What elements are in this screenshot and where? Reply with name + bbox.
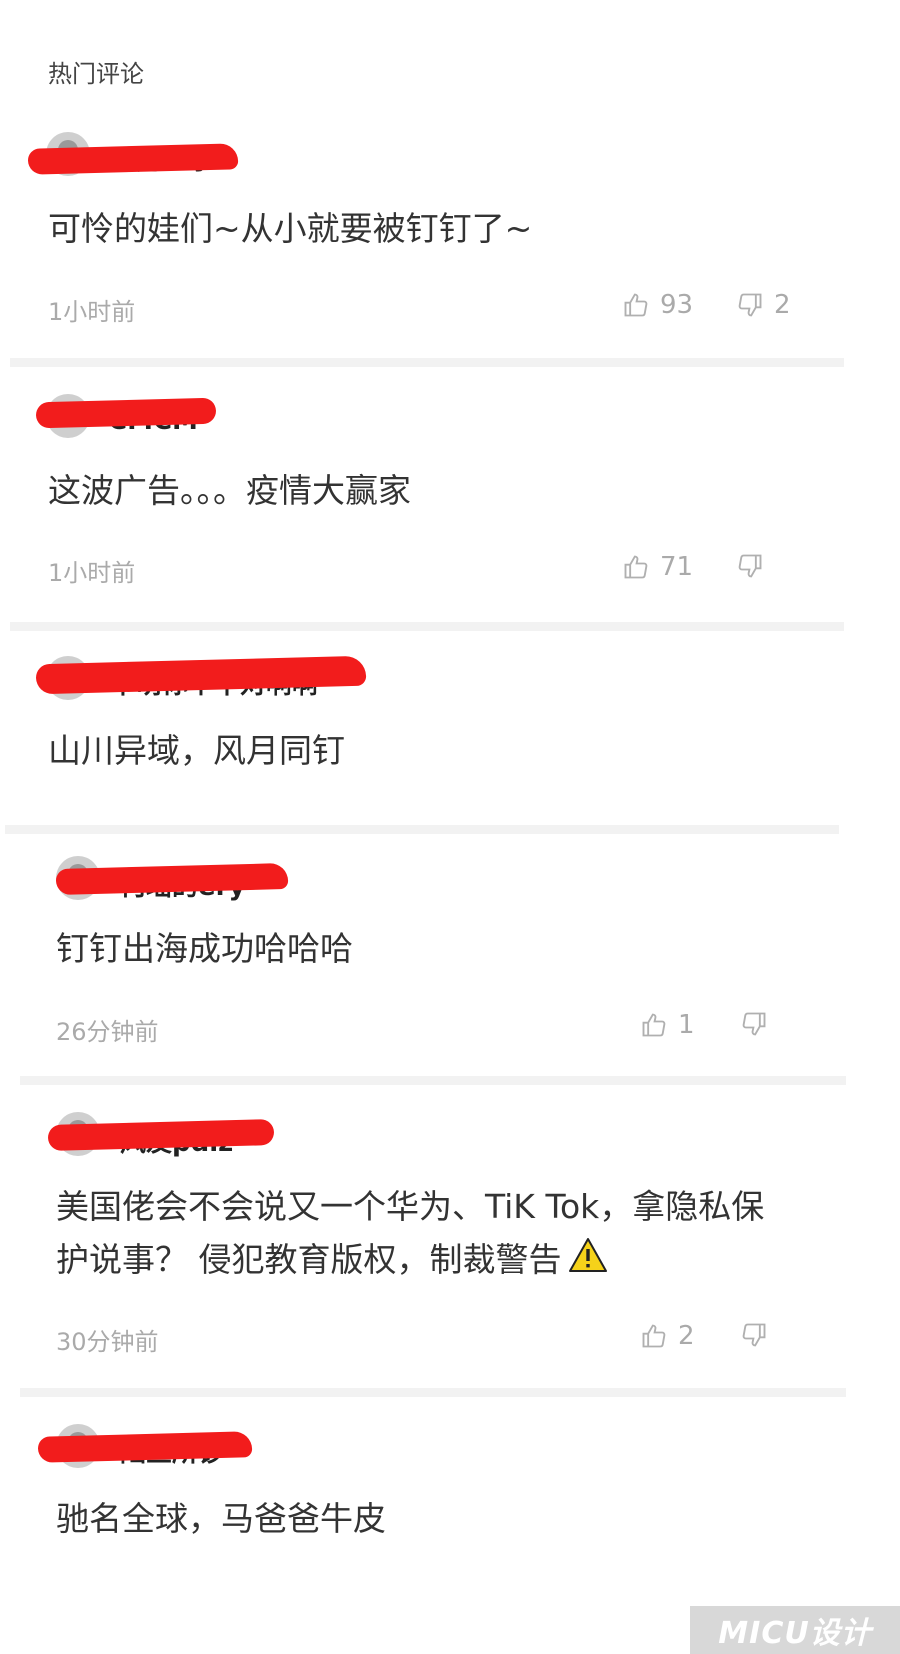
comment-text: 美国佬会不会说又一个华为、TiK Tok，拿隐私保 护说事？ 侵犯教育版权，制裁… <box>56 1180 764 1288</box>
dislike-button[interactable]: 2 <box>736 290 791 320</box>
thumbs-down-icon <box>738 293 762 317</box>
comment-text: 钉钉出海成功哈哈哈 <box>56 929 353 968</box>
thumbs-down-icon <box>742 1323 766 1347</box>
comment-text-line: 护说事？ 侵犯教育版权，制裁警告 <box>56 1233 764 1288</box>
like-button[interactable]: 71 <box>622 552 693 582</box>
divider <box>20 1076 846 1085</box>
warning-icon <box>568 1235 608 1288</box>
thumbs-up-icon <box>624 293 648 317</box>
like-count: 1 <box>678 1010 695 1040</box>
comment-text-line: 美国佬会不会说又一个华为、TiK Tok，拿隐私保 <box>56 1187 765 1226</box>
like-count: 93 <box>660 290 694 320</box>
dislike-count: 2 <box>774 290 791 320</box>
dislike-button[interactable] <box>736 552 774 580</box>
comment-time: 26分钟前 <box>56 1018 159 1046</box>
like-button[interactable]: 93 <box>622 290 693 320</box>
comment-text: 山川异域，风月同钉 <box>48 731 345 770</box>
watermark-logo: MICU设计 <box>690 1606 900 1654</box>
redaction-mark <box>55 862 289 896</box>
like-button[interactable]: 1 <box>640 1010 695 1040</box>
divider <box>5 825 839 834</box>
like-count: 71 <box>660 552 694 582</box>
dislike-button[interactable] <box>740 1010 778 1038</box>
thumbs-down-icon <box>738 554 762 578</box>
thumbs-up-icon <box>642 1324 666 1348</box>
comment-text: 可怜的娃们~从小就要被钉钉了~ <box>48 209 533 248</box>
dislike-button[interactable] <box>740 1321 778 1349</box>
comment-time: 1小时前 <box>48 559 136 587</box>
thumbs-up-icon <box>624 555 648 579</box>
comment-time: 1小时前 <box>48 298 136 326</box>
comment-text: 这波广告。。。疫情大赢家 <box>48 471 411 510</box>
thumbs-up-icon <box>642 1013 666 1037</box>
redaction-mark <box>27 143 239 175</box>
section-title: 热门评论 <box>48 60 144 88</box>
like-button[interactable]: 2 <box>640 1321 695 1351</box>
redaction-mark <box>47 1119 275 1151</box>
comment-time: 30分钟前 <box>56 1328 159 1356</box>
divider <box>20 1388 846 1397</box>
divider <box>10 622 844 631</box>
redaction-mark <box>35 397 217 429</box>
comment-text: 驰名全球，马爸爸牛皮 <box>56 1499 386 1538</box>
like-count: 2 <box>678 1321 695 1351</box>
thumbs-down-icon <box>742 1012 766 1036</box>
divider <box>10 358 844 367</box>
